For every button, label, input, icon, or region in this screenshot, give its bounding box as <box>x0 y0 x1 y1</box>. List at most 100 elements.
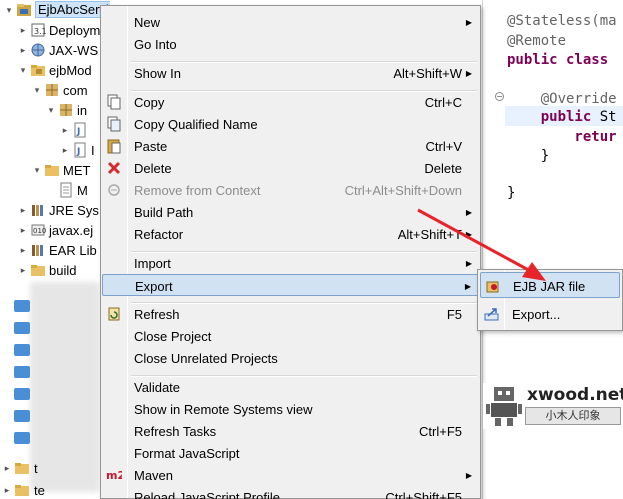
collapse-arrow-icon[interactable]: ▸ <box>2 461 12 475</box>
code-line[interactable]: retur <box>507 128 617 146</box>
tree-item-label: te <box>34 483 45 498</box>
watermark: xwood.net 小木人印象 <box>483 383 623 429</box>
menu-item-show-in-remote-systems-view[interactable]: Show in Remote Systems view <box>102 398 479 420</box>
code-token: retur <box>507 129 617 145</box>
tree-item[interactable]: ▾ MET <box>0 160 110 180</box>
tree-item[interactable]: ▸ 3.1 Deploym <box>0 20 110 40</box>
deployment-descriptor-icon: 3.1 <box>30 22 47 38</box>
copy-qualified-icon <box>106 116 122 132</box>
tree-item[interactable]: ▸ te <box>0 480 110 499</box>
expand-arrow-icon[interactable]: ▾ <box>32 83 42 97</box>
menu-item-copy-qualified-name[interactable]: Copy Qualified Name <box>102 113 479 135</box>
submenu-item-ejb-jar-file[interactable]: EJB JAR file <box>480 272 620 298</box>
folder-icon <box>14 460 30 476</box>
menu-item-show-in[interactable]: Show In Alt+Shift+W ▶ <box>102 62 479 84</box>
menu-item-format-javascript[interactable]: Format JavaScript <box>102 442 479 464</box>
menu-item-copy[interactable]: Copy Ctrl+C <box>102 91 479 113</box>
tree-item[interactable]: ▾ com <box>0 80 110 100</box>
tree-item[interactable]: ▾ EjbAbcService <box>0 0 110 20</box>
tree-item[interactable]: ▸ J I <box>0 140 110 160</box>
package-icon <box>58 102 74 118</box>
export-wizard-icon <box>484 306 500 322</box>
folder-icon <box>14 410 30 422</box>
tree-item-label: com <box>63 83 88 98</box>
menu-item-new[interactable]: New ▶ <box>102 11 479 33</box>
tree-item-label: JAX-WS <box>49 43 99 58</box>
code-line[interactable]: @Stateless(ma <box>507 12 617 30</box>
menu-item-export[interactable]: Export ▶ <box>102 274 479 296</box>
expand-arrow-icon[interactable]: ▾ <box>18 63 28 77</box>
submenu-item-export[interactable]: Export... <box>480 301 620 327</box>
refresh-icon <box>106 306 122 322</box>
submenu-arrow-icon: ▶ <box>465 208 472 217</box>
menu-item-build-path[interactable]: Build Path ▶ <box>102 201 479 223</box>
copy-icon <box>106 94 122 110</box>
menu-item-label: Remove from Context <box>134 183 261 198</box>
menu-item-go-into[interactable]: Go Into <box>102 33 479 55</box>
tree-item[interactable]: ▸ EAR Lib <box>0 240 110 260</box>
folder-icon <box>14 300 30 312</box>
collapse-arrow-icon[interactable]: ▸ <box>18 263 28 277</box>
tree-item[interactable]: ▾ in <box>0 100 110 120</box>
tree-item[interactable]: ▾ ejbMod <box>0 60 110 80</box>
menu-item-refresh[interactable]: Refresh F5 <box>102 303 479 325</box>
code-line[interactable]: } <box>507 147 549 165</box>
tree-item[interactable]: ▸ J <box>0 120 110 140</box>
ejb-jar-export-icon <box>485 278 501 294</box>
collapse-arrow-icon[interactable]: ▸ <box>18 243 28 257</box>
menu-item-shortcut: F5 <box>446 307 462 322</box>
menu-item-close-unrelated-projects[interactable]: Close Unrelated Projects <box>102 347 479 369</box>
tree-item-label: in <box>77 103 88 118</box>
menu-item-close-project[interactable]: Close Project <box>102 325 479 347</box>
collapse-arrow-icon[interactable]: ▸ <box>60 123 70 137</box>
tree-item-label: javax.ej <box>49 223 94 238</box>
code-line[interactable]: public St <box>507 108 617 126</box>
code-token: } <box>507 148 550 164</box>
expand-arrow-icon[interactable]: ▾ <box>32 163 42 177</box>
menu-item-label: Import <box>134 256 171 271</box>
collapse-arrow-icon[interactable]: ▸ <box>2 483 12 497</box>
menu-item-label: Delete <box>134 161 172 176</box>
submenu-arrow-icon: ▶ <box>465 471 472 480</box>
menu-item-validate[interactable]: Validate <box>102 376 479 398</box>
menu-item-label: Close Project <box>134 329 212 344</box>
menu-item-label: Copy <box>134 95 165 110</box>
menu-item-reload-javascript-profile[interactable]: Reload JavaScript Profile Ctrl+Shift+F5 <box>102 486 479 499</box>
folder-icon <box>14 366 30 378</box>
collapse-arrow-icon[interactable]: ▸ <box>18 203 28 217</box>
menu-item-refactor[interactable]: Refactor Alt+Shift+T ▶ <box>102 223 479 245</box>
tree-item[interactable]: ▸ build <box>0 260 110 280</box>
menu-item-refresh-tasks[interactable]: Refresh Tasks Ctrl+F5 <box>102 420 479 442</box>
collapse-arrow-icon[interactable]: ▸ <box>18 43 28 57</box>
ejb-project-icon <box>16 2 32 18</box>
tree-item[interactable]: ▸ JRE Sys <box>0 200 110 220</box>
fold-collapse-icon[interactable]: − <box>495 92 504 101</box>
collapse-arrow-icon[interactable]: ▸ <box>18 23 28 37</box>
code-line[interactable]: public class <box>507 51 617 69</box>
expand-arrow-icon[interactable]: ▾ <box>46 103 56 117</box>
svg-text:J: J <box>76 127 80 137</box>
tree-item[interactable]: ▸ JAX-WS <box>0 40 110 60</box>
code-line[interactable]: } <box>507 184 515 202</box>
tree-item-label: MET <box>63 163 91 178</box>
tree-item-label: JRE Sys <box>49 203 99 218</box>
code-line[interactable]: @Override <box>507 90 617 108</box>
code-line[interactable]: @Remote <box>507 32 566 50</box>
menu-item-maven[interactable]: m2 Maven ▶ <box>102 464 479 486</box>
menu-item-shortcut: Alt+Shift+T <box>397 227 462 242</box>
submenu-arrow-icon: ▶ <box>464 282 471 291</box>
code-token: @Override <box>507 91 617 107</box>
menu-item-import[interactable]: Import ▶ <box>102 252 479 274</box>
collapse-arrow-icon[interactable]: ▸ <box>60 143 70 157</box>
remove-context-icon <box>106 182 122 198</box>
submenu-item-label: EJB JAR file <box>513 279 586 294</box>
folder-icon <box>44 162 60 178</box>
expand-arrow-icon[interactable]: ▾ <box>4 3 14 17</box>
tree-item[interactable]: ▸ 010 javax.ej <box>0 220 110 240</box>
code-token: public class <box>507 52 617 68</box>
collapse-arrow-icon[interactable]: ▸ <box>18 223 28 237</box>
menu-item-paste[interactable]: Paste Ctrl+V <box>102 135 479 157</box>
tree-item[interactable]: ▸ t <box>0 458 110 478</box>
tree-item[interactable]: M <box>0 180 110 200</box>
menu-item-delete[interactable]: Delete Delete <box>102 157 479 179</box>
